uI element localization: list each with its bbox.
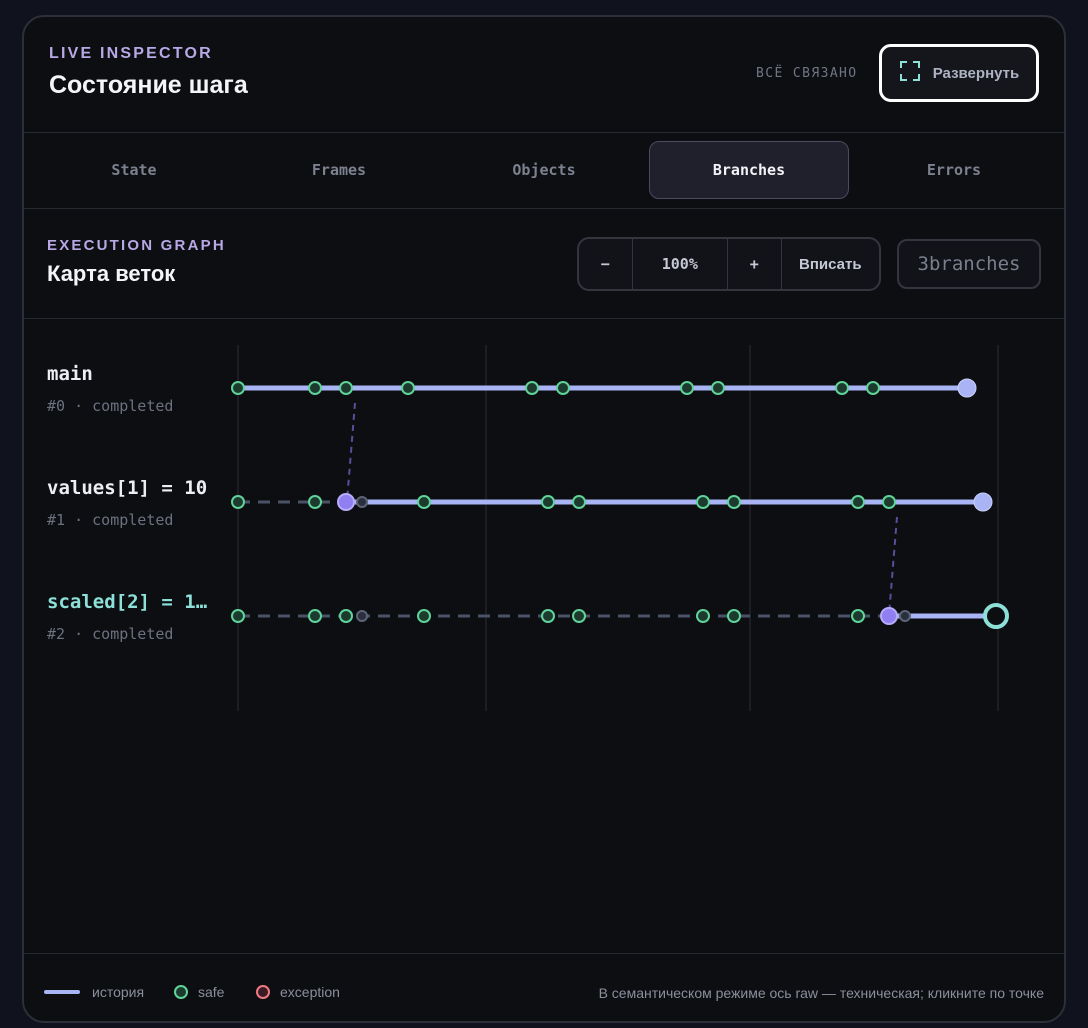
expand-label: Развернуть	[932, 64, 1020, 82]
zoom-in-button[interactable]: +	[728, 239, 782, 289]
legend-history-label: история	[92, 984, 145, 1000]
branch-end-point	[973, 492, 993, 512]
safe-point	[339, 381, 353, 395]
safe-point	[727, 609, 741, 623]
safe-point	[882, 495, 896, 509]
inspector-panel: LIVE INSPECTOR Состояние шага ВСЁ СВЯЗАН…	[22, 15, 1066, 1023]
safe-point	[851, 609, 865, 623]
graph-title: Карта веток	[47, 261, 176, 286]
tab-bar: State Frames Objects Branches Errors	[24, 133, 1064, 209]
fork-point	[880, 607, 898, 625]
execution-graph: main #0 · completed values[1] = 10 #1 · …	[24, 319, 1064, 953]
graph-canvas	[231, 345, 1009, 711]
safe-point	[572, 495, 586, 509]
branch-count-badge: 3branches	[897, 239, 1041, 289]
safe-dot-icon	[174, 985, 188, 999]
safe-point	[727, 495, 741, 509]
safe-point	[308, 495, 322, 509]
legend-safe: safe	[174, 984, 224, 1000]
safe-point	[556, 381, 570, 395]
muted-point	[899, 610, 911, 622]
muted-point	[356, 496, 368, 508]
safe-point	[231, 381, 245, 395]
safe-point	[572, 609, 586, 623]
fork-connector	[346, 402, 356, 502]
safe-point	[696, 609, 710, 623]
safe-point	[851, 495, 865, 509]
safe-point	[711, 381, 725, 395]
legend-hint: В семантическом режиме ось raw — техниче…	[598, 985, 1044, 1001]
inspector-title: Состояние шага	[49, 71, 248, 99]
safe-point	[308, 609, 322, 623]
branch-end-point	[957, 378, 977, 398]
safe-point	[541, 495, 555, 509]
legend-exception-label: exception	[280, 984, 340, 1000]
zoom-out-button[interactable]: −	[579, 239, 633, 289]
safe-point	[417, 609, 431, 623]
tab-objects[interactable]: Objects	[444, 141, 644, 199]
exception-dot-icon	[256, 985, 270, 999]
safe-point	[339, 609, 353, 623]
legend-exception: exception	[256, 984, 340, 1000]
inspector-eyebrow: LIVE INSPECTOR	[49, 45, 213, 62]
safe-point	[401, 381, 415, 395]
history-line-swatch	[44, 990, 80, 994]
expand-icon	[899, 60, 921, 86]
safe-point	[308, 381, 322, 395]
tab-state[interactable]: State	[34, 141, 234, 199]
safe-point	[541, 609, 555, 623]
expand-button[interactable]: Развернуть	[879, 44, 1039, 102]
tab-frames[interactable]: Frames	[239, 141, 439, 199]
tab-branches[interactable]: Branches	[649, 141, 849, 199]
safe-point	[680, 381, 694, 395]
legend-safe-label: safe	[198, 984, 225, 1000]
graph-eyebrow: EXECUTION GRAPH	[47, 237, 226, 254]
sync-status: ВСЁ СВЯЗАНО	[756, 66, 858, 81]
safe-point	[866, 381, 880, 395]
safe-point	[835, 381, 849, 395]
safe-point	[231, 609, 245, 623]
fit-button[interactable]: Вписать	[782, 239, 879, 289]
zoom-level: 100%	[633, 239, 728, 289]
safe-point	[417, 495, 431, 509]
fork-connector	[888, 516, 898, 616]
current-point	[983, 603, 1009, 629]
inspector-header: LIVE INSPECTOR Состояние шага ВСЁ СВЯЗАН…	[24, 17, 1064, 133]
tab-errors[interactable]: Errors	[854, 141, 1054, 199]
graph-header: EXECUTION GRAPH Карта веток − 100% + Впи…	[24, 209, 1064, 319]
fork-point	[337, 493, 355, 511]
safe-point	[696, 495, 710, 509]
zoom-controls: − 100% + Вписать	[577, 237, 881, 291]
muted-point	[356, 610, 368, 622]
legend-history: история	[44, 984, 144, 1000]
safe-point	[231, 495, 245, 509]
safe-point	[525, 381, 539, 395]
legend-footer: история safe exception В семантическом р…	[24, 953, 1064, 1021]
